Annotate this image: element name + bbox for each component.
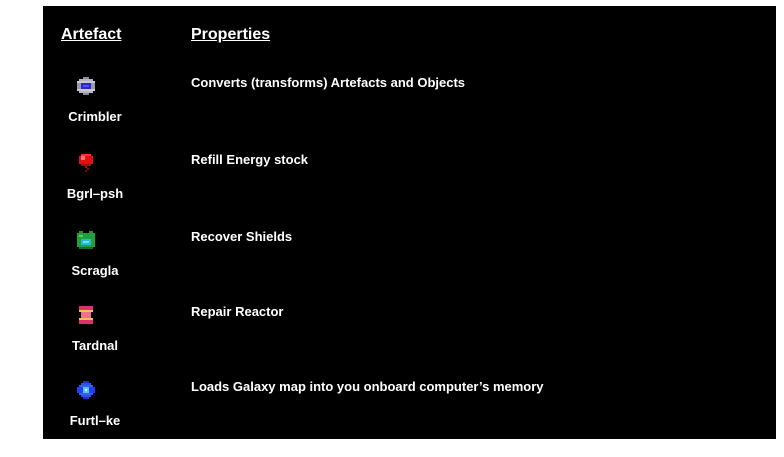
properties-column-header: Properties: [191, 26, 271, 43]
scragla-icon: [77, 231, 95, 249]
artefact-name-label: Crimbler: [68, 109, 122, 124]
crimbler-icon: [77, 77, 95, 95]
artefact-row-crimbler: Converts (transforms) Artefacts and Obje…: [43, 75, 776, 153]
artefact-property-text: Refill Energy stock: [191, 152, 309, 167]
artefact-property-text: Recover Shields: [191, 229, 293, 244]
artefact-column-header: Artefact: [61, 26, 122, 43]
artefact-name-label: Bgrl–psh: [66, 186, 124, 201]
artefact-row-furtl-ke: Loads Galaxy map into you onboard comput…: [43, 379, 776, 457]
artefact-table-panel: Artefact Properties Converts (transforms…: [43, 6, 776, 439]
artefact-name-label: Furtl–ke: [69, 413, 121, 428]
artefact-name-label: Scragla: [71, 263, 119, 278]
artefact-row-bgrl-psh: Refill Energy stock Bgrl–psh: [43, 152, 776, 230]
artefact-row-tardnal: Repair Reactor Tardnal: [43, 304, 776, 382]
artefact-name-label: Tardnal: [72, 338, 118, 353]
artefact-property-text: Repair Reactor: [191, 304, 284, 319]
artefact-row-scragla: Recover Shields Scragla: [43, 229, 776, 307]
bgrl-psh-icon: [77, 154, 95, 172]
tardnal-icon: [77, 306, 95, 324]
artefact-property-text: Loads Galaxy map into you onboard comput…: [191, 379, 544, 394]
furtl-ke-icon: [77, 381, 95, 399]
artefact-property-text: Converts (transforms) Artefacts and Obje…: [191, 75, 466, 90]
